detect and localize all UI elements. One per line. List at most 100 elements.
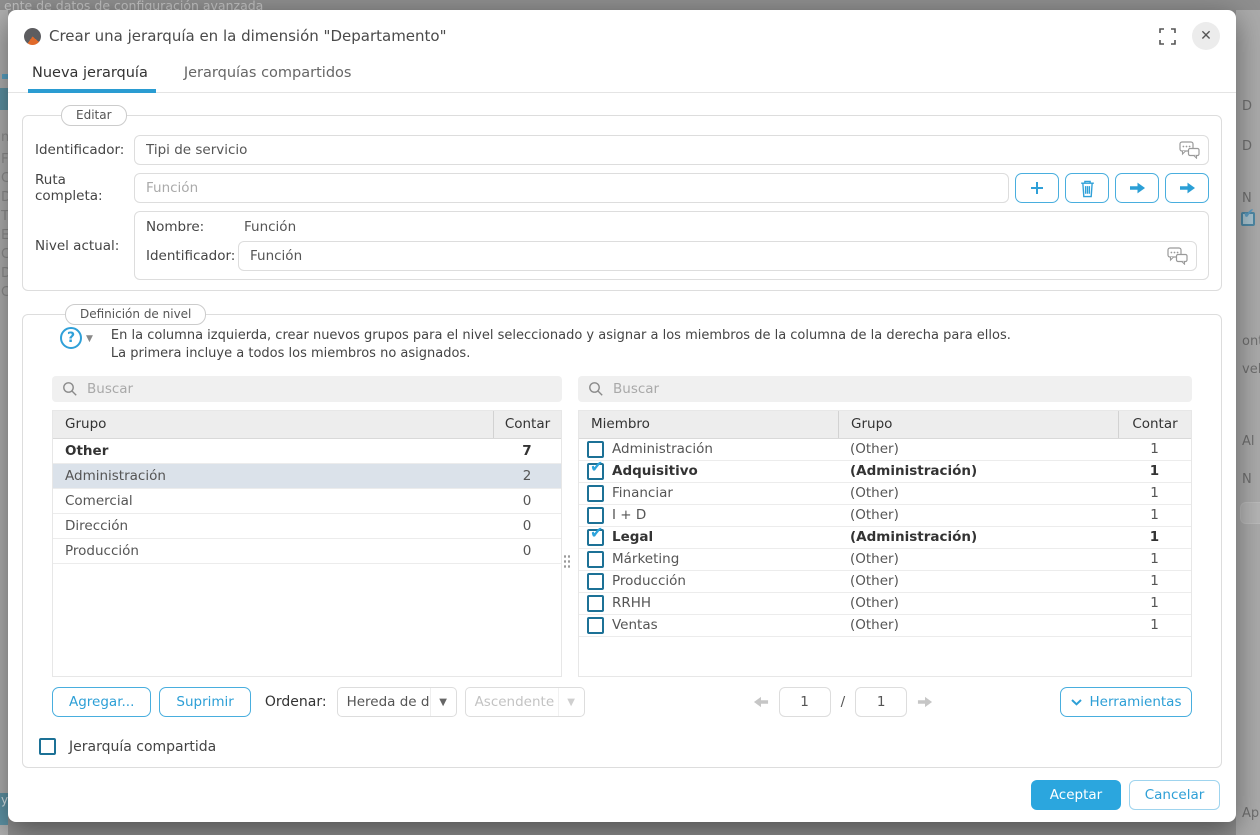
background-text-fragment: D (1242, 139, 1252, 154)
table-row[interactable]: Adquisitivo (Administración) 1 (579, 461, 1191, 483)
chevron-down-icon (1071, 699, 1082, 706)
total-pages-input[interactable] (855, 687, 907, 717)
close-icon[interactable]: ✕ (1192, 22, 1220, 50)
member-name: Producción (612, 573, 686, 589)
shared-hierarchy-checkbox[interactable] (39, 738, 56, 755)
app-logo-icon (24, 28, 41, 45)
chevron-down-icon[interactable]: ▼ (86, 334, 93, 344)
sort-field-select[interactable]: Hereda de di ▼ (337, 687, 457, 717)
table-row[interactable]: Ventas (Other) 1 (579, 615, 1191, 637)
member-checkbox[interactable] (587, 617, 604, 634)
members-panel: Miembro Grupo Contar Administración (Oth… (578, 376, 1192, 677)
table-row[interactable]: Administración (Other) 1 (579, 439, 1191, 461)
full-path-input[interactable] (134, 173, 1009, 203)
add-group-button[interactable]: Agregar... (52, 687, 151, 717)
move-level-end-button[interactable] (1165, 173, 1209, 203)
table-row[interactable]: I + D (Other) 1 (579, 505, 1191, 527)
member-checkbox[interactable] (587, 551, 604, 568)
identifier-row: Identificador: (35, 135, 1209, 165)
member-group: (Other) (838, 595, 1118, 611)
table-row[interactable]: Producción 0 (53, 539, 561, 564)
member-count: 1 (1118, 573, 1191, 589)
tools-button[interactable]: Herramientas (1060, 687, 1192, 717)
member-checkbox[interactable] (587, 485, 604, 502)
table-row[interactable]: Legal (Administración) 1 (579, 527, 1191, 549)
groups-search-input[interactable] (87, 381, 552, 397)
plus-icon (1028, 179, 1046, 197)
table-row[interactable]: Administración 2 (53, 464, 561, 489)
dialog-title: Crear una jerarquía en la dimensión "Dep… (49, 27, 1159, 45)
member-group: (Other) (838, 617, 1118, 633)
column-header-miembro[interactable]: Miembro (579, 411, 838, 438)
chevron-down-icon: ▼ (430, 688, 456, 716)
identifier-input[interactable] (134, 135, 1209, 165)
member-group: (Other) (838, 551, 1118, 567)
current-level-row: Nivel actual: Nombre: Función Identifica… (35, 211, 1209, 280)
tab-jerarquias-compartidos[interactable]: Jerarquías compartidos (184, 56, 352, 92)
help-line-1: En la columna izquierda, crear nuevos gr… (111, 328, 1011, 343)
member-checkbox[interactable] (587, 595, 604, 612)
table-row[interactable]: Márketing (Other) 1 (579, 549, 1191, 571)
arrow-right-icon (1179, 181, 1196, 195)
member-count: 1 (1118, 529, 1191, 545)
member-group: (Administración) (838, 529, 1118, 545)
table-row[interactable]: RRHH (Other) 1 (579, 593, 1191, 615)
member-name: RRHH (612, 595, 651, 611)
group-count: 0 (493, 543, 561, 559)
members-table-header: Miembro Grupo Contar (579, 411, 1191, 439)
dialog-body: Editar Identificador: (8, 93, 1236, 822)
members-search-box (578, 376, 1192, 402)
background-text-fragment: Al (1242, 434, 1255, 449)
background-text-fragment: N (1242, 191, 1252, 206)
tab-nueva-jerarquia[interactable]: Nueva jerarquía (32, 56, 148, 92)
level-name-label: Nombre: (146, 219, 238, 235)
level-definition-legend: Definición de nivel (65, 304, 206, 325)
background-text-fragment: onti (1242, 334, 1260, 349)
member-count: 1 (1118, 485, 1191, 501)
member-checkbox[interactable] (587, 529, 604, 546)
background-checkbox (1241, 212, 1255, 226)
panel-splitter-handle[interactable] (563, 554, 570, 569)
column-header-grupo[interactable]: Grupo (53, 411, 493, 438)
member-checkbox[interactable] (587, 441, 604, 458)
accept-button[interactable]: Aceptar (1031, 780, 1121, 810)
member-group: (Other) (838, 573, 1118, 589)
table-row[interactable]: Financiar (Other) 1 (579, 483, 1191, 505)
member-group: (Administración) (838, 463, 1118, 479)
table-toolbar: Agregar... Suprimir Ordenar: Hereda de d… (52, 687, 1192, 717)
cancel-button[interactable]: Cancelar (1129, 780, 1220, 810)
column-header-contar[interactable]: Contar (493, 411, 561, 438)
level-identifier-label: Identificador: (146, 248, 238, 264)
table-row[interactable]: Comercial 0 (53, 489, 561, 514)
table-row[interactable]: Producción (Other) 1 (579, 571, 1191, 593)
member-checkbox[interactable] (587, 573, 604, 590)
groups-table: Grupo Contar Other 7 Administración 2 (52, 410, 562, 677)
member-checkbox[interactable] (587, 507, 604, 524)
table-row[interactable]: Dirección 0 (53, 514, 561, 539)
group-name: Dirección (53, 518, 493, 534)
current-page-input[interactable] (779, 687, 831, 717)
maximize-icon[interactable] (1159, 28, 1176, 45)
add-level-button[interactable] (1015, 173, 1059, 203)
member-group: (Other) (838, 441, 1118, 457)
help-text: En la columna izquierda, crear nuevos gr… (111, 327, 1011, 364)
background-text-fragment: N (1242, 472, 1252, 487)
help-icon[interactable]: ? (60, 327, 82, 349)
sort-direction-select[interactable]: Ascendente ▼ (465, 687, 585, 717)
delete-level-button[interactable] (1065, 173, 1109, 203)
translations-icon[interactable] (1179, 141, 1200, 159)
delete-group-button[interactable]: Suprimir (159, 687, 250, 717)
previous-page-icon[interactable] (753, 695, 769, 709)
member-checkbox[interactable] (587, 463, 604, 480)
column-header-contar[interactable]: Contar (1118, 411, 1191, 438)
table-row[interactable]: Other 7 (53, 439, 561, 464)
move-level-button[interactable] (1115, 173, 1159, 203)
level-identifier-input[interactable] (238, 241, 1197, 271)
shared-hierarchy-row: Jerarquía compartida (39, 738, 1205, 755)
translations-icon[interactable] (1167, 247, 1188, 265)
tab-bar: Nueva jerarquía Jerarquías compartidos (8, 56, 1236, 93)
members-search-input[interactable] (613, 381, 1182, 397)
column-header-grupo[interactable]: Grupo (838, 411, 1118, 438)
member-name: Legal (612, 529, 653, 545)
next-page-icon[interactable] (917, 695, 933, 709)
